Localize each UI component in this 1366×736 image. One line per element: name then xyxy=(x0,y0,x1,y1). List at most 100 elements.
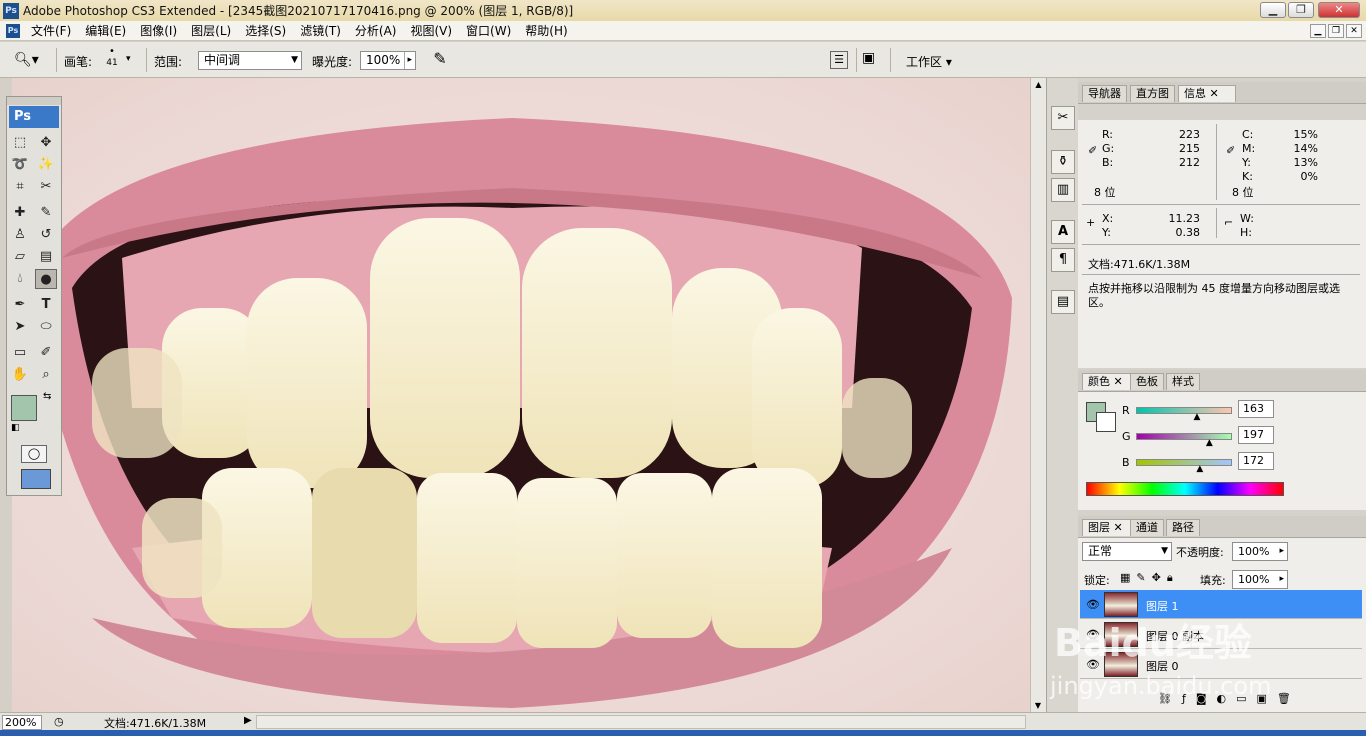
zoom-tool-icon[interactable]: ⌕ xyxy=(35,365,57,385)
brushes-icon[interactable]: ⚱ xyxy=(1051,150,1075,174)
blend-mode-select[interactable]: 正常 ▼ xyxy=(1082,542,1172,561)
tab-channels[interactable]: 通道 xyxy=(1130,519,1164,536)
doc-restore-icon[interactable]: ❐ xyxy=(1328,24,1344,38)
b-slider[interactable] xyxy=(1136,459,1232,466)
teeth-photo xyxy=(12,78,1030,712)
airbrush-icon[interactable]: ✎ xyxy=(428,49,452,71)
clone-stamp-icon[interactable]: ♙ xyxy=(9,225,31,245)
swap-colors-icon[interactable]: ⇆ xyxy=(43,391,51,402)
g-value-input[interactable]: 197 xyxy=(1238,426,1274,444)
close-button[interactable]: ✕ xyxy=(1318,2,1360,18)
history-brush-icon[interactable]: ↺ xyxy=(35,225,57,245)
menu-select[interactable]: 选择(S) xyxy=(238,22,293,39)
default-colors-icon[interactable]: ◧ xyxy=(11,423,20,433)
workspace-menu[interactable]: 工作区 ▾ xyxy=(906,53,952,70)
vertical-scrollbar[interactable]: ▲ ▼ xyxy=(1030,78,1046,712)
paragraph-icon[interactable]: ¶ xyxy=(1051,248,1075,272)
tool-presets-icon[interactable]: ✂ xyxy=(1051,106,1075,130)
exposure-value: 100% xyxy=(366,53,401,67)
color-ramp[interactable] xyxy=(1086,482,1284,496)
magic-wand-tool-icon[interactable]: ✨ xyxy=(35,155,57,175)
tab-histogram[interactable]: 直方图 xyxy=(1130,85,1175,102)
menu-image[interactable]: 图像(I) xyxy=(133,22,184,39)
clone-source-icon[interactable]: ▥ xyxy=(1051,178,1075,202)
slice-tool-icon[interactable]: ✂ xyxy=(35,177,57,197)
status-menu-arrow[interactable]: ▶ xyxy=(244,715,252,726)
r-slider-thumb[interactable]: ▲ xyxy=(1193,412,1200,422)
notes-tool-icon[interactable]: ▭ xyxy=(9,343,31,363)
move-tool-icon[interactable]: ✥ xyxy=(35,133,57,153)
opacity-value: 100% xyxy=(1238,545,1270,558)
crop-tool-icon[interactable]: ⌗ xyxy=(9,177,31,197)
bridge-icon[interactable]: ▣ xyxy=(862,50,875,66)
b-value-input[interactable]: 172 xyxy=(1238,452,1274,470)
ellipse-tool-icon[interactable]: ⬭ xyxy=(35,317,57,337)
info-h-label: H: xyxy=(1240,226,1252,239)
color-r-label: R xyxy=(1122,404,1130,417)
lock-icons[interactable]: ▦✎✥🔒︎ xyxy=(1120,571,1179,585)
tab-paths[interactable]: 路径 xyxy=(1166,519,1200,536)
brush-dropdown-icon[interactable]: ▾ xyxy=(126,54,131,64)
quick-mask-icon[interactable]: ◯ xyxy=(21,445,47,463)
eyedropper-tool-icon[interactable]: ✐ xyxy=(35,343,57,363)
status-icon[interactable]: ◷ xyxy=(54,715,64,728)
menu-file[interactable]: 文件(F) xyxy=(24,22,78,39)
menu-analysis[interactable]: 分析(A) xyxy=(348,22,404,39)
zoom-field[interactable]: 200% xyxy=(2,715,42,730)
menu-layer[interactable]: 图层(L) xyxy=(184,22,238,39)
marquee-tool-icon[interactable]: ⬚ xyxy=(9,133,31,153)
document-canvas[interactable] xyxy=(12,78,1030,712)
info-x-label: X: xyxy=(1102,212,1114,225)
range-select[interactable]: 中间调 ▼ xyxy=(198,51,302,70)
minimize-button[interactable]: ▁ xyxy=(1260,2,1286,18)
r-slider[interactable] xyxy=(1136,407,1232,414)
menu-view[interactable]: 视图(V) xyxy=(403,22,459,39)
dodge-tool-preset-icon[interactable]: 🔍︎▾ xyxy=(14,52,39,68)
brush-tool-icon[interactable]: ✎ xyxy=(35,203,57,223)
gradient-tool-icon[interactable]: ▤ xyxy=(35,247,57,267)
g-slider[interactable] xyxy=(1136,433,1232,440)
character-icon[interactable]: A xyxy=(1051,220,1075,244)
horizontal-scrollbar[interactable] xyxy=(256,715,1026,729)
lasso-tool-icon[interactable]: ➰ xyxy=(9,155,31,175)
opacity-label: 不透明度: xyxy=(1176,546,1224,559)
foreground-color-swatch[interactable] xyxy=(11,395,37,421)
menu-filter[interactable]: 滤镜(T) xyxy=(293,22,348,39)
info-panel-header: 导航器 直方图 信息 ✕ xyxy=(1078,82,1366,104)
g-slider-thumb[interactable]: ▲ xyxy=(1206,438,1213,448)
blur-tool-icon[interactable]: 💧︎ xyxy=(9,269,31,289)
dodge-tool-icon[interactable]: ● xyxy=(35,269,57,289)
tab-swatches[interactable]: 色板 xyxy=(1130,373,1164,390)
exposure-input[interactable]: 100% ▸ xyxy=(360,51,416,70)
eraser-tool-icon[interactable]: ▱ xyxy=(9,247,31,267)
menu-help[interactable]: 帮助(H) xyxy=(518,22,574,39)
tab-styles[interactable]: 样式 xyxy=(1166,373,1200,390)
info-bits-left: 8 位 xyxy=(1094,186,1116,199)
status-doc-info: 文档:471.6K/1.38M xyxy=(104,717,207,730)
info-c-label: C: xyxy=(1242,128,1254,141)
screen-mode-icon[interactable] xyxy=(21,469,51,489)
layer-comps-icon[interactable]: ▤ xyxy=(1051,290,1075,314)
doc-close-icon[interactable]: ✕ xyxy=(1346,24,1362,38)
toolbox-logo[interactable]: Ps xyxy=(9,106,59,128)
doc-minimize-icon[interactable]: ▁ xyxy=(1310,24,1326,38)
fill-input[interactable]: 100% ▸ xyxy=(1232,570,1288,589)
healing-brush-icon[interactable]: ✚ xyxy=(9,203,31,223)
opacity-input[interactable]: 100% ▸ xyxy=(1232,542,1288,561)
b-slider-thumb[interactable]: ▲ xyxy=(1196,464,1203,474)
tab-info[interactable]: 信息 ✕ xyxy=(1178,85,1236,102)
visibility-eye-icon[interactable]: 👁︎ xyxy=(1086,598,1100,611)
type-tool-icon[interactable]: T xyxy=(35,295,57,315)
r-value-input[interactable]: 163 xyxy=(1238,400,1274,418)
maximize-button[interactable]: ❐ xyxy=(1288,2,1314,18)
tab-navigator[interactable]: 导航器 xyxy=(1082,85,1127,102)
menu-window[interactable]: 窗口(W) xyxy=(459,22,518,39)
menu-edit[interactable]: 编辑(E) xyxy=(78,22,133,39)
pen-tool-icon[interactable]: ✒ xyxy=(9,295,31,315)
brush-picker[interactable]: • 41 xyxy=(98,46,126,74)
hand-tool-icon[interactable]: ✋ xyxy=(9,365,31,385)
palette-icon[interactable]: ☰ xyxy=(830,51,848,69)
path-selection-icon[interactable]: ➤ xyxy=(9,317,31,337)
toolbox-grip[interactable] xyxy=(7,97,61,105)
document-icon[interactable]: Ps xyxy=(6,23,20,38)
